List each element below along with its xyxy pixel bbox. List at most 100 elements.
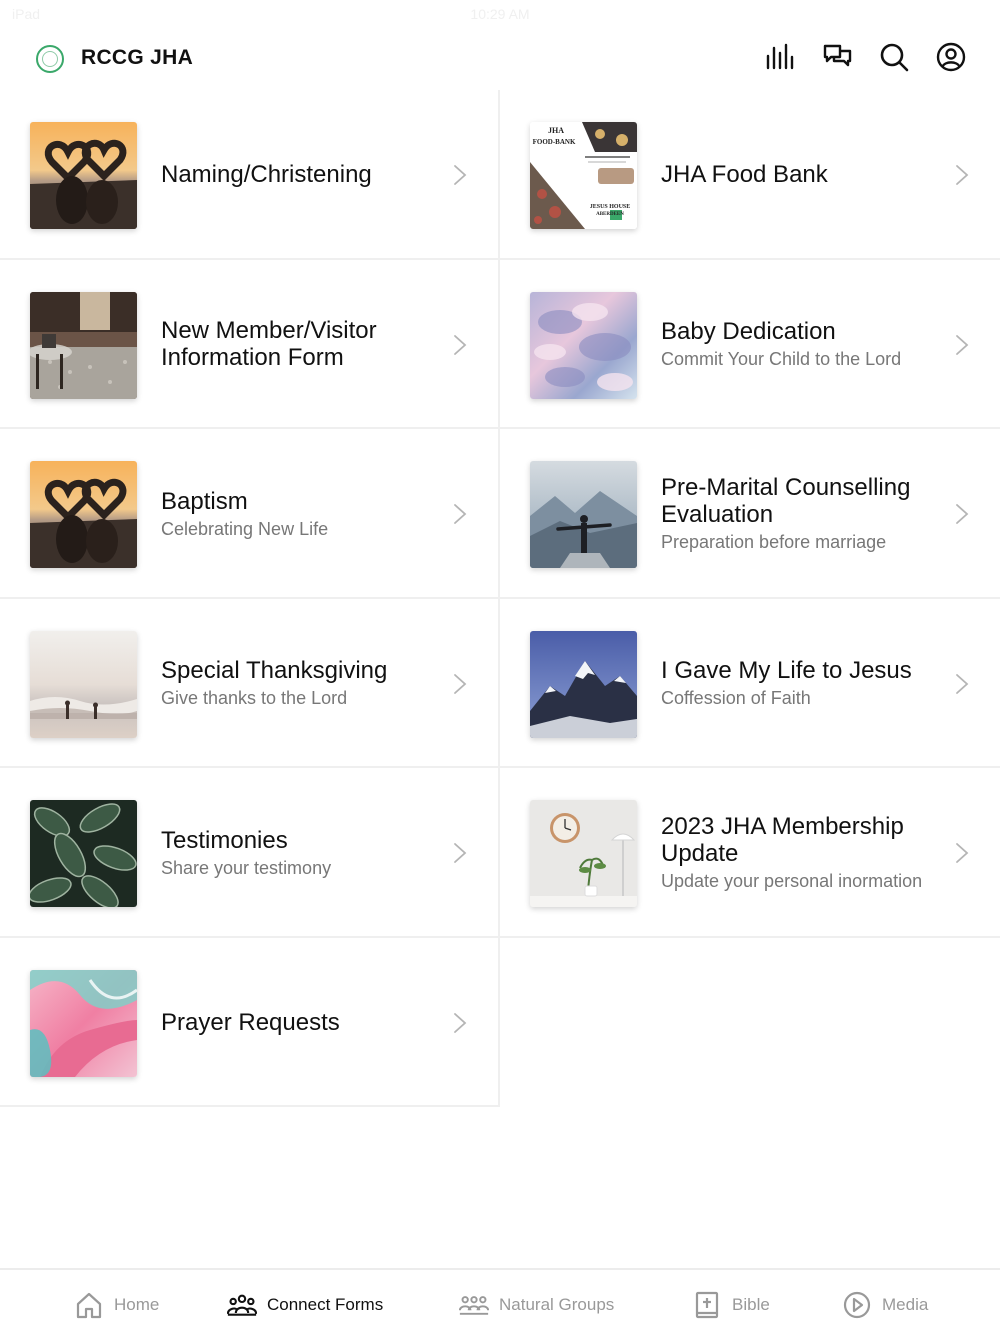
analytics-button[interactable]: [765, 42, 795, 72]
flyer-text: JESUS HOUSE: [590, 204, 631, 210]
form-text: New Member/Visitor Information Form: [161, 260, 438, 430]
forms-row: Prayer Requests: [0, 937, 1000, 1108]
form-subtitle: Preparation before marriage: [661, 532, 887, 553]
tab-bible-label: Bible: [732, 1295, 770, 1314]
tab-bar: Home Connect Forms Natural Groups Bible …: [0, 1268, 1000, 1334]
app-header: RCCG JHA: [0, 30, 1000, 90]
form-item[interactable]: Baby Dedication Commit Your Child to the …: [500, 259, 1000, 430]
form-item[interactable]: Special Thanksgiving Give thanks to the L…: [0, 598, 500, 769]
chevron-right-icon: [452, 334, 468, 356]
form-title: JHA Food Bank: [661, 161, 828, 189]
form-thumbnail: [30, 630, 137, 738]
tab-connect-forms-label: Connect Forms: [267, 1295, 384, 1314]
form-subtitle: Celebrating New Life: [161, 518, 329, 539]
tab-bible[interactable]: Bible: [692, 1290, 770, 1320]
form-thumbnail: [530, 291, 637, 399]
form-subtitle: Share your testimony: [161, 857, 332, 878]
tab-natural-groups-label: Natural Groups: [499, 1295, 615, 1314]
form-thumbnail: [530, 800, 637, 907]
bible-icon: [695, 1291, 719, 1319]
form-subtitle: Commit Your Child to the Lord: [661, 349, 902, 370]
pink-marble-image: [30, 969, 137, 1077]
form-item[interactable]: Testimonies Share your testimony: [0, 768, 500, 938]
pastel-clouds-image: [530, 291, 637, 399]
form-title: Testimonies: [161, 826, 288, 854]
form-text: Pre-Marital Counselling Evaluation Prepar…: [661, 429, 940, 599]
form-item[interactable]: Pre-Marital Counselling Evaluation Prepar…: [500, 429, 1000, 599]
forms-row: Special Thanksgiving Give thanks to the L…: [0, 598, 1000, 769]
beach-waves-image: [30, 630, 137, 738]
chevron-right-icon: [954, 673, 970, 695]
form-title: Naming/Christening: [161, 161, 372, 189]
form-text: Baptism Celebrating New Life: [161, 429, 438, 599]
form-subtitle: Give thanks to the Lord: [161, 688, 348, 709]
form-text: Prayer Requests: [161, 938, 438, 1108]
chevron-right-icon: [452, 503, 468, 525]
form-item[interactable]: JHA FOOD-BANK JESUS HOUSE ABERDEEN JHA Food …: [500, 90, 1000, 260]
form-thumbnail: [30, 122, 137, 229]
form-title: Pre-Marital Counselling Evaluation: [661, 474, 911, 529]
tab-media[interactable]: Media: [842, 1290, 928, 1320]
status-time: 10:29 AM: [470, 6, 530, 22]
form-subtitle: Update your personal inormation: [661, 871, 923, 892]
forms-row: Baptism Celebrating New Life Pre-Marital C…: [0, 429, 1000, 599]
form-title: I Gave My Life to Jesus: [661, 657, 912, 685]
home-icon: [76, 1292, 102, 1319]
chevron-right-icon: [954, 842, 970, 864]
form-item[interactable]: Naming/Christening: [0, 90, 500, 260]
chat-icon: [823, 44, 852, 67]
form-text: 2023 JHA Membership Update Update your pe…: [661, 768, 940, 938]
play-icon: [843, 1291, 871, 1319]
forms-grid: Naming/Christening JHA FOOD-BANK JESUS HOUS…: [0, 90, 1000, 1107]
form-thumbnail: [30, 969, 137, 1077]
people-icon: [227, 1294, 257, 1316]
chevron-right-icon: [954, 503, 970, 525]
profile-button[interactable]: [936, 42, 966, 72]
forms-row: New Member/Visitor Information Form Baby …: [0, 259, 1000, 430]
form-item[interactable]: I Gave My Life to Jesus Coffession of Fai…: [500, 598, 1000, 768]
forms-row: Naming/Christening JHA FOOD-BANK JESUS HOUS…: [0, 90, 1000, 260]
flyer-text: JHA: [548, 126, 564, 135]
tab-connect-forms[interactable]: Connect Forms: [227, 1290, 383, 1320]
form-item[interactable]: New Member/Visitor Information Form: [0, 259, 500, 430]
tab-home[interactable]: Home: [74, 1290, 159, 1320]
form-title: New Member/Visitor Information Form: [161, 317, 377, 372]
search-button[interactable]: [879, 42, 909, 72]
chevron-right-icon: [452, 1012, 468, 1034]
sunset-hearts-image: [30, 122, 137, 229]
form-thumbnail: [30, 291, 137, 399]
status-bar: iPad 10:29 AM: [0, 0, 1000, 26]
snowy-mountain-image: [530, 630, 637, 738]
chat-button[interactable]: [822, 42, 852, 72]
sunset-hearts-image: [30, 461, 137, 568]
form-text: Testimonies Share your testimony: [161, 768, 438, 938]
chevron-right-icon: [452, 673, 468, 695]
search-icon: [880, 43, 909, 72]
form-title: Baby Dedication: [661, 318, 836, 346]
green-leaves-image: [30, 800, 137, 907]
empty-cell: [500, 937, 1000, 1107]
flyer-text: FOOD-BANK: [533, 138, 576, 146]
form-thumbnail: JHA FOOD-BANK JESUS HOUSE ABERDEEN: [530, 122, 637, 229]
form-text: Baby Dedication Commit Your Child to the …: [661, 260, 940, 430]
chevron-right-icon: [954, 164, 970, 186]
form-item[interactable]: Prayer Requests: [0, 937, 500, 1108]
form-item[interactable]: 2023 JHA Membership Update Update your pe…: [500, 768, 1000, 938]
living-room-image: [30, 291, 137, 399]
form-thumbnail: [530, 630, 637, 738]
brand-logo: [36, 45, 64, 73]
tab-natural-groups[interactable]: Natural Groups: [459, 1290, 614, 1320]
chevron-right-icon: [452, 164, 468, 186]
flyer-text: ABERDEEN: [596, 212, 624, 217]
group-icon: [459, 1296, 489, 1315]
form-title: 2023 JHA Membership Update: [661, 813, 904, 868]
clock-plant-image: [530, 800, 637, 907]
form-title: Baptism: [161, 487, 248, 515]
form-thumbnail: [530, 461, 637, 568]
form-item[interactable]: Baptism Celebrating New Life: [0, 429, 500, 599]
form-text: Naming/Christening: [161, 90, 438, 260]
chevron-right-icon: [452, 842, 468, 864]
form-thumbnail: [30, 800, 137, 907]
form-title: Special Thanksgiving: [161, 657, 388, 685]
form-text: Special Thanksgiving Give thanks to the L…: [161, 599, 438, 769]
